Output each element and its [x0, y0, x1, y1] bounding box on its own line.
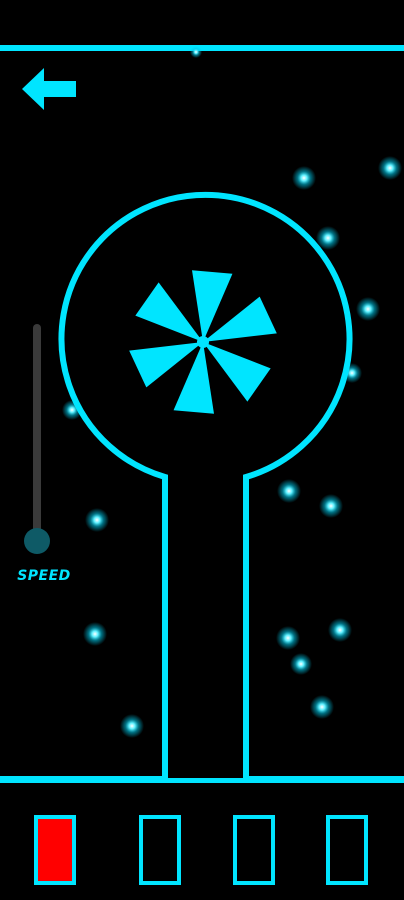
- particle: [290, 653, 312, 675]
- speed-slider-track[interactable]: [33, 324, 41, 552]
- particle: [120, 714, 144, 738]
- particle: [85, 508, 109, 532]
- slot-2[interactable]: [139, 815, 181, 885]
- particle: [310, 695, 334, 719]
- speed-label: SPEED: [17, 568, 71, 584]
- particle: [83, 622, 107, 646]
- fan-icon: [129, 270, 277, 414]
- top-border: [0, 45, 404, 51]
- particle: [356, 297, 380, 321]
- particles: [62, 46, 402, 738]
- speed-slider[interactable]: [20, 318, 54, 558]
- speed-slider-knob[interactable]: [24, 528, 50, 554]
- slot-4[interactable]: [326, 815, 368, 885]
- arrow-left-icon: [22, 68, 76, 110]
- particle: [328, 618, 352, 642]
- slot-3[interactable]: [233, 815, 275, 885]
- game-playfield: [0, 45, 404, 783]
- slot-1[interactable]: [34, 815, 76, 885]
- particle: [319, 494, 343, 518]
- particle: [292, 166, 316, 190]
- particle: [276, 626, 300, 650]
- particle: [190, 46, 202, 58]
- bottom-border: [0, 778, 404, 783]
- particle: [277, 479, 301, 503]
- back-button[interactable]: [18, 64, 80, 114]
- fan-hub: [197, 336, 209, 348]
- particle: [378, 156, 402, 180]
- slot-bar: [0, 815, 404, 893]
